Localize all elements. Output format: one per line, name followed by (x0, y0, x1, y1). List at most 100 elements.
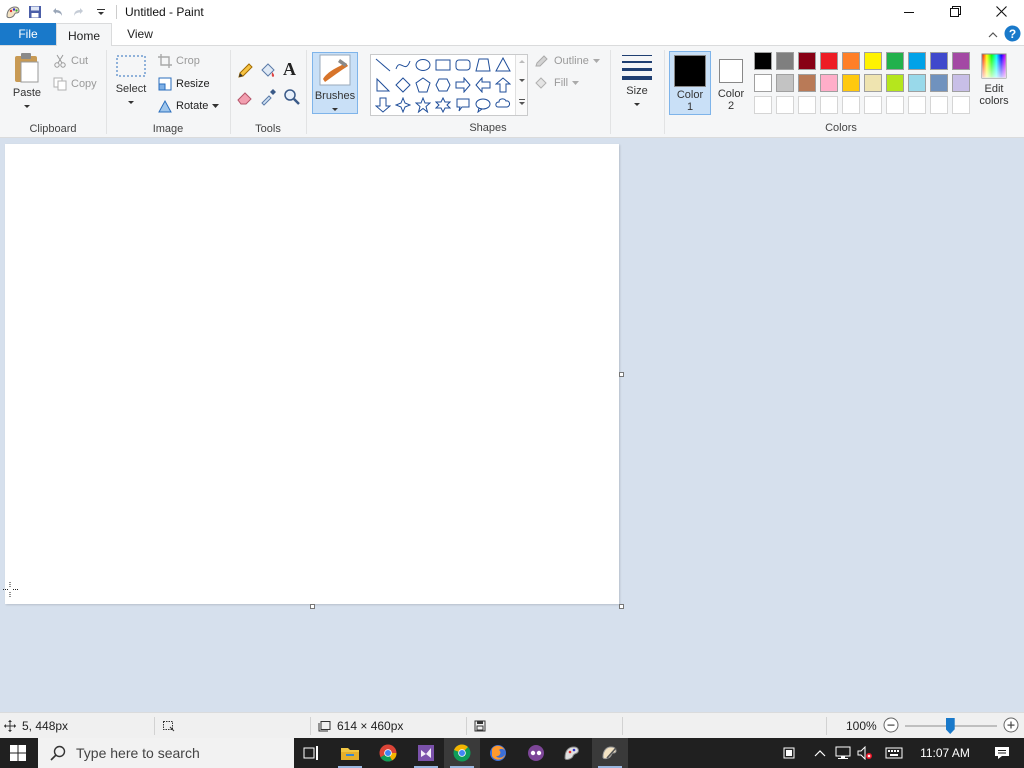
paste-button[interactable]: Paste (8, 52, 46, 116)
palette-swatch[interactable] (952, 52, 970, 70)
file-explorer-icon[interactable] (332, 738, 368, 768)
curve-shape-icon[interactable] (393, 55, 413, 75)
palette-swatch[interactable] (754, 52, 772, 70)
zoom-slider[interactable] (904, 718, 997, 734)
resize-handle-right[interactable] (619, 372, 624, 377)
custom-color-slot[interactable] (776, 96, 794, 114)
palette-swatch[interactable] (908, 74, 926, 92)
outline-button[interactable]: Outline (534, 54, 600, 68)
palette-swatch[interactable] (864, 74, 882, 92)
palette-swatch[interactable] (798, 52, 816, 70)
right-arrow-shape-icon[interactable] (453, 75, 473, 95)
crop-button[interactable]: Crop (158, 54, 200, 68)
clock[interactable]: 11:07 AM (916, 746, 974, 760)
paint-3d-icon[interactable] (554, 738, 590, 768)
palette-swatch[interactable] (776, 52, 794, 70)
tor-browser-icon[interactable] (518, 738, 554, 768)
cut-button[interactable]: Cut (53, 54, 88, 68)
custom-color-slot[interactable] (908, 96, 926, 114)
left-arrow-shape-icon[interactable] (473, 75, 493, 95)
custom-color-slot[interactable] (798, 96, 816, 114)
select-button[interactable]: Select (112, 52, 150, 116)
zoom-slider-thumb[interactable] (945, 718, 955, 734)
color2-button[interactable]: Color 2 (712, 51, 750, 115)
color-picker-icon[interactable] (259, 88, 277, 109)
zoom-in-button[interactable] (1003, 717, 1019, 736)
keyboard-icon[interactable] (880, 747, 908, 759)
volume-muted-icon[interactable] (854, 746, 876, 760)
show-hidden-icons[interactable] (808, 749, 832, 757)
rectangle-shape-icon[interactable] (433, 55, 453, 75)
undo-icon[interactable] (46, 2, 68, 22)
start-button[interactable] (0, 738, 36, 768)
custom-color-slot[interactable] (930, 96, 948, 114)
zoom-out-button[interactable] (883, 717, 899, 736)
rounded-rectangle-shape-icon[interactable] (453, 55, 473, 75)
palette-swatch[interactable] (930, 74, 948, 92)
triangle-shape-icon[interactable] (493, 55, 513, 75)
custom-color-slot[interactable] (754, 96, 772, 114)
action-center-icon[interactable] (982, 746, 1022, 760)
palette-swatch[interactable] (886, 52, 904, 70)
palette-swatch[interactable] (798, 74, 816, 92)
custom-color-slot[interactable] (886, 96, 904, 114)
palette-swatch[interactable] (842, 52, 860, 70)
magnifier-icon[interactable] (283, 88, 301, 109)
up-arrow-shape-icon[interactable] (493, 75, 513, 95)
palette-swatch[interactable] (754, 74, 772, 92)
network-icon[interactable] (832, 746, 854, 760)
fill-button[interactable]: Fill (534, 76, 580, 90)
custom-color-slot[interactable] (820, 96, 838, 114)
down-arrow-shape-icon[interactable] (373, 95, 393, 115)
shapes-scrollbar[interactable] (515, 55, 527, 115)
firefox-icon[interactable] (480, 738, 516, 768)
custom-color-slot[interactable] (952, 96, 970, 114)
hexagon-shape-icon[interactable] (433, 75, 453, 95)
palette-swatch[interactable] (930, 52, 948, 70)
custom-color-slot[interactable] (864, 96, 882, 114)
close-button[interactable] (978, 0, 1024, 23)
polygon-shape-icon[interactable] (473, 55, 493, 75)
chrome-profile-icon[interactable] (444, 738, 480, 768)
palette-swatch[interactable] (886, 74, 904, 92)
tab-view[interactable]: View (112, 23, 168, 45)
size-button[interactable]: Size (616, 52, 658, 116)
pencil-icon[interactable] (236, 62, 254, 83)
cloud-callout-shape-icon[interactable] (493, 95, 513, 115)
pentagon-shape-icon[interactable] (413, 75, 433, 95)
oval-shape-icon[interactable] (413, 55, 433, 75)
five-point-star-shape-icon[interactable] (413, 95, 433, 115)
drawing-canvas[interactable] (5, 144, 619, 604)
help-icon[interactable]: ? (1004, 25, 1021, 45)
color1-button[interactable]: Color 1 (669, 51, 711, 115)
visual-studio-icon[interactable] (408, 738, 444, 768)
tab-home[interactable]: Home (56, 23, 112, 47)
redo-icon[interactable] (68, 2, 90, 22)
oval-callout-shape-icon[interactable] (473, 95, 493, 115)
taskbar-search-input[interactable]: Type here to search (38, 738, 294, 768)
text-tool-icon[interactable]: A (283, 59, 296, 80)
custom-color-slot[interactable] (842, 96, 860, 114)
eraser-icon[interactable] (236, 88, 254, 109)
palette-swatch[interactable] (820, 52, 838, 70)
rounded-callout-shape-icon[interactable] (453, 95, 473, 115)
tab-file[interactable]: File (0, 23, 56, 45)
edit-colors-button[interactable]: Edit colors (976, 52, 1012, 116)
resize-handle-bottom[interactable] (310, 604, 315, 609)
save-icon[interactable] (24, 2, 46, 22)
right-triangle-shape-icon[interactable] (373, 75, 393, 95)
tray-app-icon[interactable] (780, 747, 798, 759)
resize-button[interactable]: Resize (158, 77, 210, 91)
six-point-star-shape-icon[interactable] (433, 95, 453, 115)
four-point-star-shape-icon[interactable] (393, 95, 413, 115)
rotate-button[interactable]: Rotate (158, 99, 220, 113)
palette-swatch[interactable] (864, 52, 882, 70)
fill-bucket-icon[interactable] (259, 62, 277, 83)
palette-swatch[interactable] (776, 74, 794, 92)
resize-handle-corner[interactable] (619, 604, 624, 609)
collapse-ribbon-icon[interactable] (988, 28, 998, 42)
diamond-shape-icon[interactable] (393, 75, 413, 95)
palette-swatch[interactable] (820, 74, 838, 92)
minimize-button[interactable] (886, 0, 932, 23)
copy-button[interactable]: Copy (53, 77, 97, 91)
